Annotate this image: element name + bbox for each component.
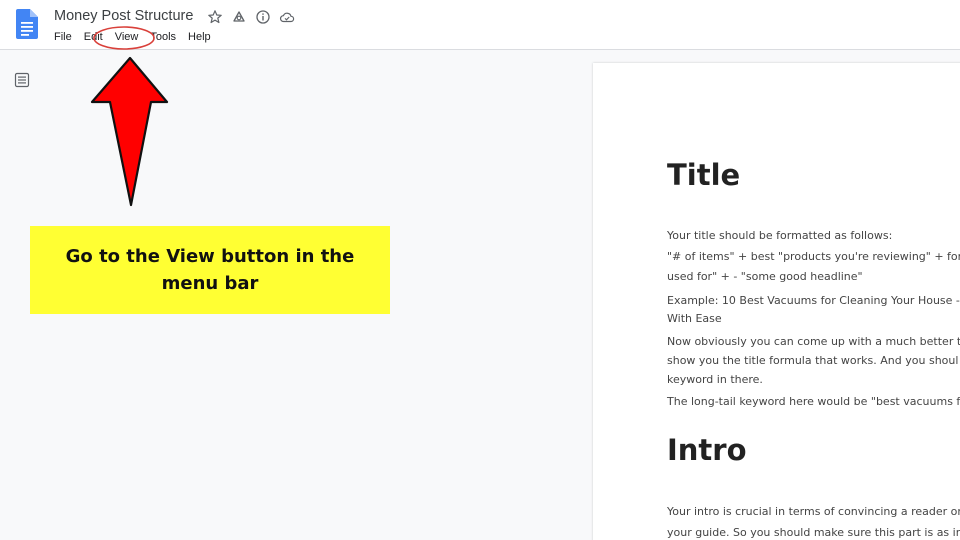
google-docs-icon[interactable]: [16, 9, 38, 39]
menu-view[interactable]: View: [115, 31, 139, 43]
info-icon[interactable]: [255, 9, 271, 25]
menu-bar: File Edit View Tools Help: [54, 31, 223, 43]
paragraph-line: With Ease: [667, 312, 722, 325]
paragraph-line: Your intro is crucial in terms of convin…: [667, 505, 960, 518]
star-icon[interactable]: [207, 9, 223, 25]
paragraph-line: "# of items" + best "products you're rev…: [667, 250, 960, 263]
paragraph-line: your guide. So you should make sure this…: [667, 526, 960, 539]
menu-file[interactable]: File: [54, 31, 72, 43]
paragraph-line: Example: 10 Best Vacuums for Cleaning Yo…: [667, 294, 960, 307]
document-outline-icon[interactable]: [14, 72, 30, 88]
paragraph-line: show you the title formula that works. A…: [667, 354, 959, 367]
paragraph-line: Your title should be formatted as follow…: [667, 229, 893, 242]
title-actions: [207, 9, 295, 25]
paragraph-line: used for" + - "some good headline": [667, 270, 863, 283]
paragraph-line: Now obviously you can come up with a muc…: [667, 335, 960, 348]
instruction-callout: Go to the View button in the menu bar: [30, 226, 390, 314]
paragraph-line: The long-tail keyword here would be "bes…: [667, 395, 960, 408]
paragraph-line: keyword in there.: [667, 373, 763, 386]
document-page[interactable]: Title Your title should be formatted as …: [593, 63, 960, 540]
callout-text: Go to the View button in the menu bar: [65, 246, 355, 294]
top-bar: Money Post Structure File Edit View Tool…: [0, 0, 960, 50]
menu-edit[interactable]: Edit: [84, 31, 103, 43]
menu-tools[interactable]: Tools: [150, 31, 176, 43]
heading-intro: Intro: [667, 433, 747, 467]
move-to-drive-icon[interactable]: [231, 9, 247, 25]
menu-help[interactable]: Help: [188, 31, 211, 43]
document-title[interactable]: Money Post Structure: [54, 8, 193, 24]
cloud-status-icon[interactable]: [279, 9, 295, 25]
heading-title: Title: [667, 158, 741, 192]
red-arrow-icon: [90, 56, 169, 207]
